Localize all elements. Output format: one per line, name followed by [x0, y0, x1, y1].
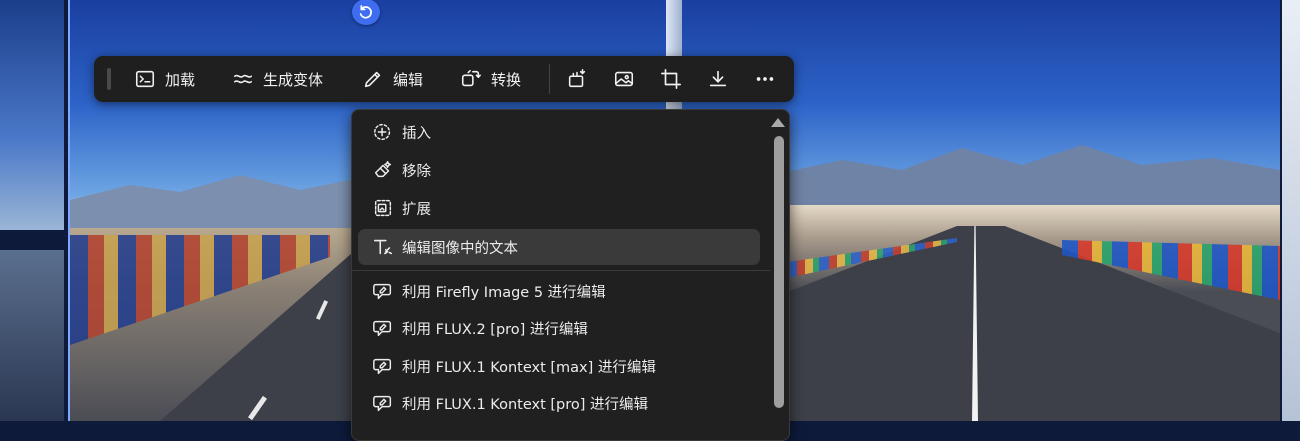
menu-item-edit-text-in-image[interactable]: 编辑图像中的文本 — [358, 229, 760, 265]
menu-item-expand[interactable]: 扩展 — [358, 190, 760, 226]
text-edit-icon — [373, 239, 393, 255]
terminal-icon — [135, 70, 155, 88]
image-toolbar: 加载 生成变体 编辑 转换 — [94, 56, 794, 102]
menu-item-label: 利用 FLUX.1 Kontext [pro] 进行编辑 — [402, 396, 649, 413]
menu-item-label: 移除 — [402, 163, 431, 180]
edit-button[interactable]: 编辑 — [362, 64, 423, 94]
download-icon — [709, 70, 727, 87]
menu-item-flux1-kontext-pro[interactable]: 利用 FLUX.1 Kontext [pro] 进行编辑 — [358, 385, 760, 421]
menu-item-label: 利用 FLUX.2 [pro] 进行编辑 — [402, 321, 588, 338]
eraser-icon — [374, 161, 392, 178]
menu-divider — [352, 270, 770, 271]
undo-icon — [359, 5, 372, 19]
crop-icon — [661, 69, 681, 89]
menu-scrollbar[interactable] — [769, 110, 789, 440]
pencil-icon — [364, 71, 381, 88]
more-icon — [756, 77, 774, 81]
chat-edit-icon — [373, 358, 392, 375]
image-icon — [614, 71, 634, 87]
load-label: 加载 — [165, 70, 196, 89]
menu-item-insert[interactable]: 插入 — [358, 114, 760, 150]
chat-edit-icon — [373, 320, 392, 337]
generate-variations-label: 生成变体 — [263, 70, 324, 89]
generate-variations-button[interactable]: 生成变体 — [232, 64, 323, 94]
transform-button[interactable]: 转换 — [460, 64, 521, 94]
expand-icon — [374, 199, 392, 217]
image-thumbnail-right[interactable] — [1282, 0, 1300, 421]
menu-item-label: 利用 Firefly Image 5 进行编辑 — [402, 284, 606, 301]
undo-button[interactable] — [352, 0, 380, 25]
drag-handle[interactable] — [107, 68, 111, 90]
image-thumbnail-left[interactable] — [0, 0, 64, 421]
image-button[interactable] — [609, 64, 639, 94]
insert-icon — [374, 123, 391, 141]
load-button[interactable]: 加载 — [134, 64, 195, 94]
menu-item-flux2-pro[interactable]: 利用 FLUX.2 [pro] 进行编辑 — [358, 310, 760, 346]
scroll-up-arrow-icon[interactable] — [771, 118, 785, 127]
menu-item-firefly-image-5[interactable]: 利用 Firefly Image 5 进行编辑 — [358, 273, 760, 309]
more-button[interactable] — [750, 64, 780, 94]
transform-label: 转换 — [491, 70, 522, 89]
menu-item-remove[interactable]: 移除 — [358, 152, 760, 188]
menu-item-flux1-kontext-max[interactable]: 利用 FLUX.1 Kontext [max] 进行编辑 — [358, 348, 760, 384]
transform-icon — [461, 69, 481, 87]
chat-edit-icon — [373, 395, 392, 412]
wave-icon — [233, 74, 253, 84]
chat-edit-icon — [373, 283, 392, 300]
download-button[interactable] — [703, 64, 733, 94]
menu-item-label: 利用 FLUX.1 Kontext [max] 进行编辑 — [402, 359, 656, 376]
crop-button[interactable] — [656, 64, 686, 94]
edit-label: 编辑 — [393, 70, 424, 89]
insert-object-icon — [568, 69, 586, 88]
menu-item-label: 扩展 — [402, 201, 431, 218]
edit-dropdown-menu: 插入 移除 扩展 编辑图像中的文本 利用 Firefly Image 5 进行编… — [351, 109, 790, 441]
toolbar-divider — [549, 64, 550, 94]
insert-object-button[interactable] — [562, 64, 592, 94]
menu-item-label: 编辑图像中的文本 — [402, 240, 518, 257]
scrollbar-thumb[interactable] — [774, 136, 784, 408]
menu-item-label: 插入 — [402, 125, 431, 142]
